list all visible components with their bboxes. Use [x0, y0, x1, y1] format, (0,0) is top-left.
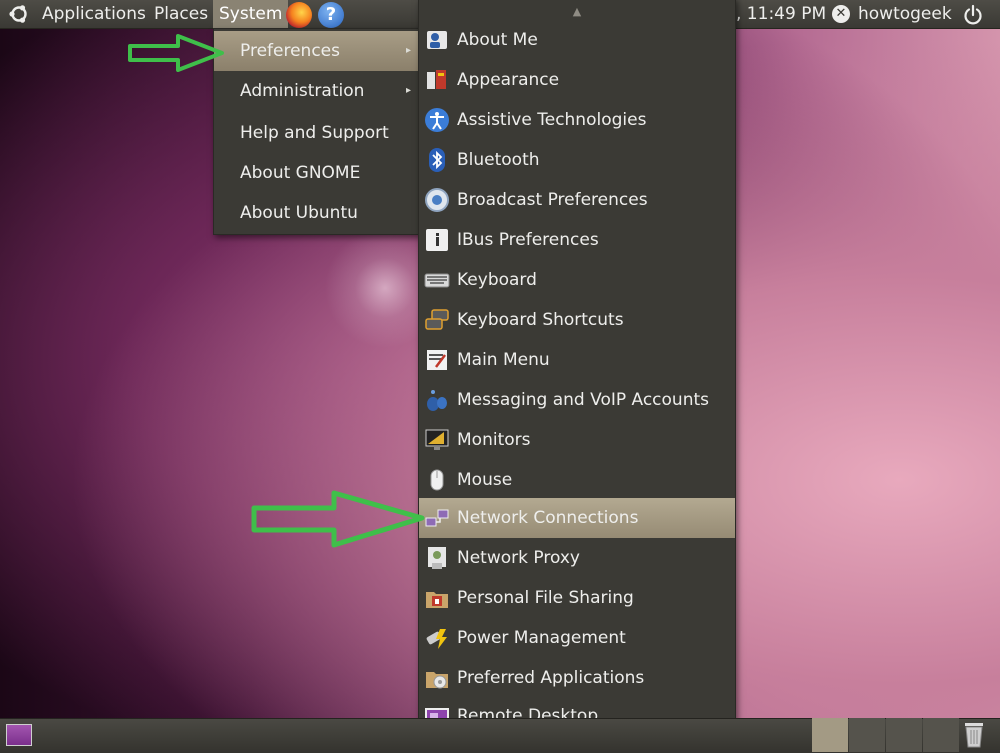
pref-item-label: Preferred Applications [457, 668, 645, 688]
workspace-4[interactable] [923, 718, 959, 752]
ubuntu-logo-icon[interactable] [8, 3, 30, 25]
trash-icon[interactable] [963, 720, 985, 748]
pref-item-appearance[interactable]: Appearance [419, 60, 735, 100]
clock[interactable]: , 11:49 PM [736, 0, 826, 28]
menu-item-preferences[interactable]: Preferences ▸ [214, 31, 419, 71]
pref-item-label: Keyboard [457, 270, 537, 290]
submenu-arrow-icon: ▸ [405, 85, 411, 96]
pref-item-label: Monitors [457, 430, 531, 450]
pref-item-label: Bluetooth [457, 150, 540, 170]
messaging-icon [427, 390, 447, 411]
system-menu: Preferences ▸ Administration ▸ Help and … [213, 28, 420, 235]
pref-item-network-connections[interactable]: Network Connections [419, 498, 735, 538]
menu-item-label: About Ubuntu [240, 203, 358, 223]
scroll-up-icon[interactable]: ▲ [419, 2, 735, 22]
menu-system[interactable]: System [213, 0, 289, 28]
pref-item-bluetooth[interactable]: Bluetooth [419, 140, 735, 180]
menu-item-help-and-support[interactable]: Help and Support [214, 113, 419, 153]
workspace-1[interactable] [812, 718, 848, 752]
about-me-icon [427, 31, 447, 49]
pref-item-label: Assistive Technologies [457, 110, 647, 130]
pref-item-label: Personal File Sharing [457, 588, 634, 608]
pref-item-broadcast-preferences[interactable]: Broadcast Preferences [419, 180, 735, 220]
pref-item-label: Mouse [457, 470, 513, 490]
annotation-arrow-network-connections [251, 490, 425, 548]
pref-item-label: Power Management [457, 628, 626, 648]
preferred-applications-icon [426, 672, 448, 689]
workspace-2[interactable] [849, 718, 885, 752]
pref-item-ibus-preferences[interactable]: IBus Preferences [419, 220, 735, 260]
pref-item-label: Main Menu [457, 350, 550, 370]
firefox-icon[interactable] [286, 2, 312, 28]
annotation-arrow-preferences [128, 34, 224, 72]
pref-item-label: Network Proxy [457, 548, 580, 568]
bluetooth-icon [429, 148, 445, 172]
pref-item-about-me[interactable]: About Me [419, 20, 735, 60]
file-sharing-icon [426, 592, 448, 608]
pref-item-preferred-applications[interactable]: Preferred Applications [419, 658, 735, 698]
menu-item-about-ubuntu[interactable]: About Ubuntu [214, 193, 419, 233]
main-menu-icon [427, 350, 447, 370]
power-icon[interactable] [962, 4, 984, 26]
keyboard-icon [424, 273, 450, 288]
pref-item-label: Appearance [457, 70, 560, 90]
pref-item-messaging-and-voip-accounts[interactable]: Messaging and VoIP Accounts [419, 380, 735, 420]
keyboard-shortcuts-icon [425, 309, 449, 330]
menu-item-label: About GNOME [240, 163, 361, 183]
pref-item-label: Broadcast Preferences [457, 190, 648, 210]
accessibility-icon [425, 108, 449, 132]
monitors-icon [425, 429, 449, 450]
broadcast-icon [425, 188, 449, 212]
pref-item-label: Keyboard Shortcuts [457, 310, 624, 330]
pref-item-label: Messaging and VoIP Accounts [457, 390, 710, 410]
pref-item-label: Network Connections [457, 508, 639, 528]
submenu-arrow-icon: ▸ [405, 45, 411, 56]
menu-item-label: Administration [240, 81, 365, 101]
pref-item-network-proxy[interactable]: Network Proxy [419, 538, 735, 578]
pref-item-label: About Me [457, 30, 538, 50]
pref-item-personal-file-sharing[interactable]: Personal File Sharing [419, 578, 735, 618]
user-close-icon[interactable]: ✕ [832, 5, 850, 23]
pref-item-label: IBus Preferences [457, 230, 599, 250]
power-management-icon [426, 629, 447, 649]
menu-places[interactable]: Places [154, 0, 208, 28]
pref-item-power-management[interactable]: Power Management [419, 618, 735, 658]
username[interactable]: howtogeek [858, 0, 952, 28]
help-icon[interactable]: ? [318, 2, 344, 28]
menu-applications[interactable]: Applications [42, 0, 146, 28]
pref-item-assistive-technologies[interactable]: Assistive Technologies [419, 100, 735, 140]
menu-item-label: Help and Support [240, 123, 389, 143]
pref-item-mouse[interactable]: Mouse [419, 460, 735, 500]
network-proxy-icon [428, 547, 446, 569]
pref-item-main-menu[interactable]: Main Menu [419, 340, 735, 380]
menu-item-administration[interactable]: Administration ▸ [214, 71, 419, 111]
pref-item-keyboard-shortcuts[interactable]: Keyboard Shortcuts [419, 300, 735, 340]
pref-item-monitors[interactable]: Monitors [419, 420, 735, 460]
show-desktop-icon[interactable] [6, 724, 32, 746]
appearance-icon [427, 70, 446, 89]
workspace-3[interactable] [886, 718, 922, 752]
menu-item-about-gnome[interactable]: About GNOME [214, 153, 419, 193]
ibus-icon [426, 229, 448, 251]
pref-item-keyboard[interactable]: Keyboard [419, 260, 735, 300]
preferences-menu: ▲ About Me Appearance Assistive Technolo… [418, 0, 736, 752]
menu-item-label: Preferences [240, 41, 340, 61]
